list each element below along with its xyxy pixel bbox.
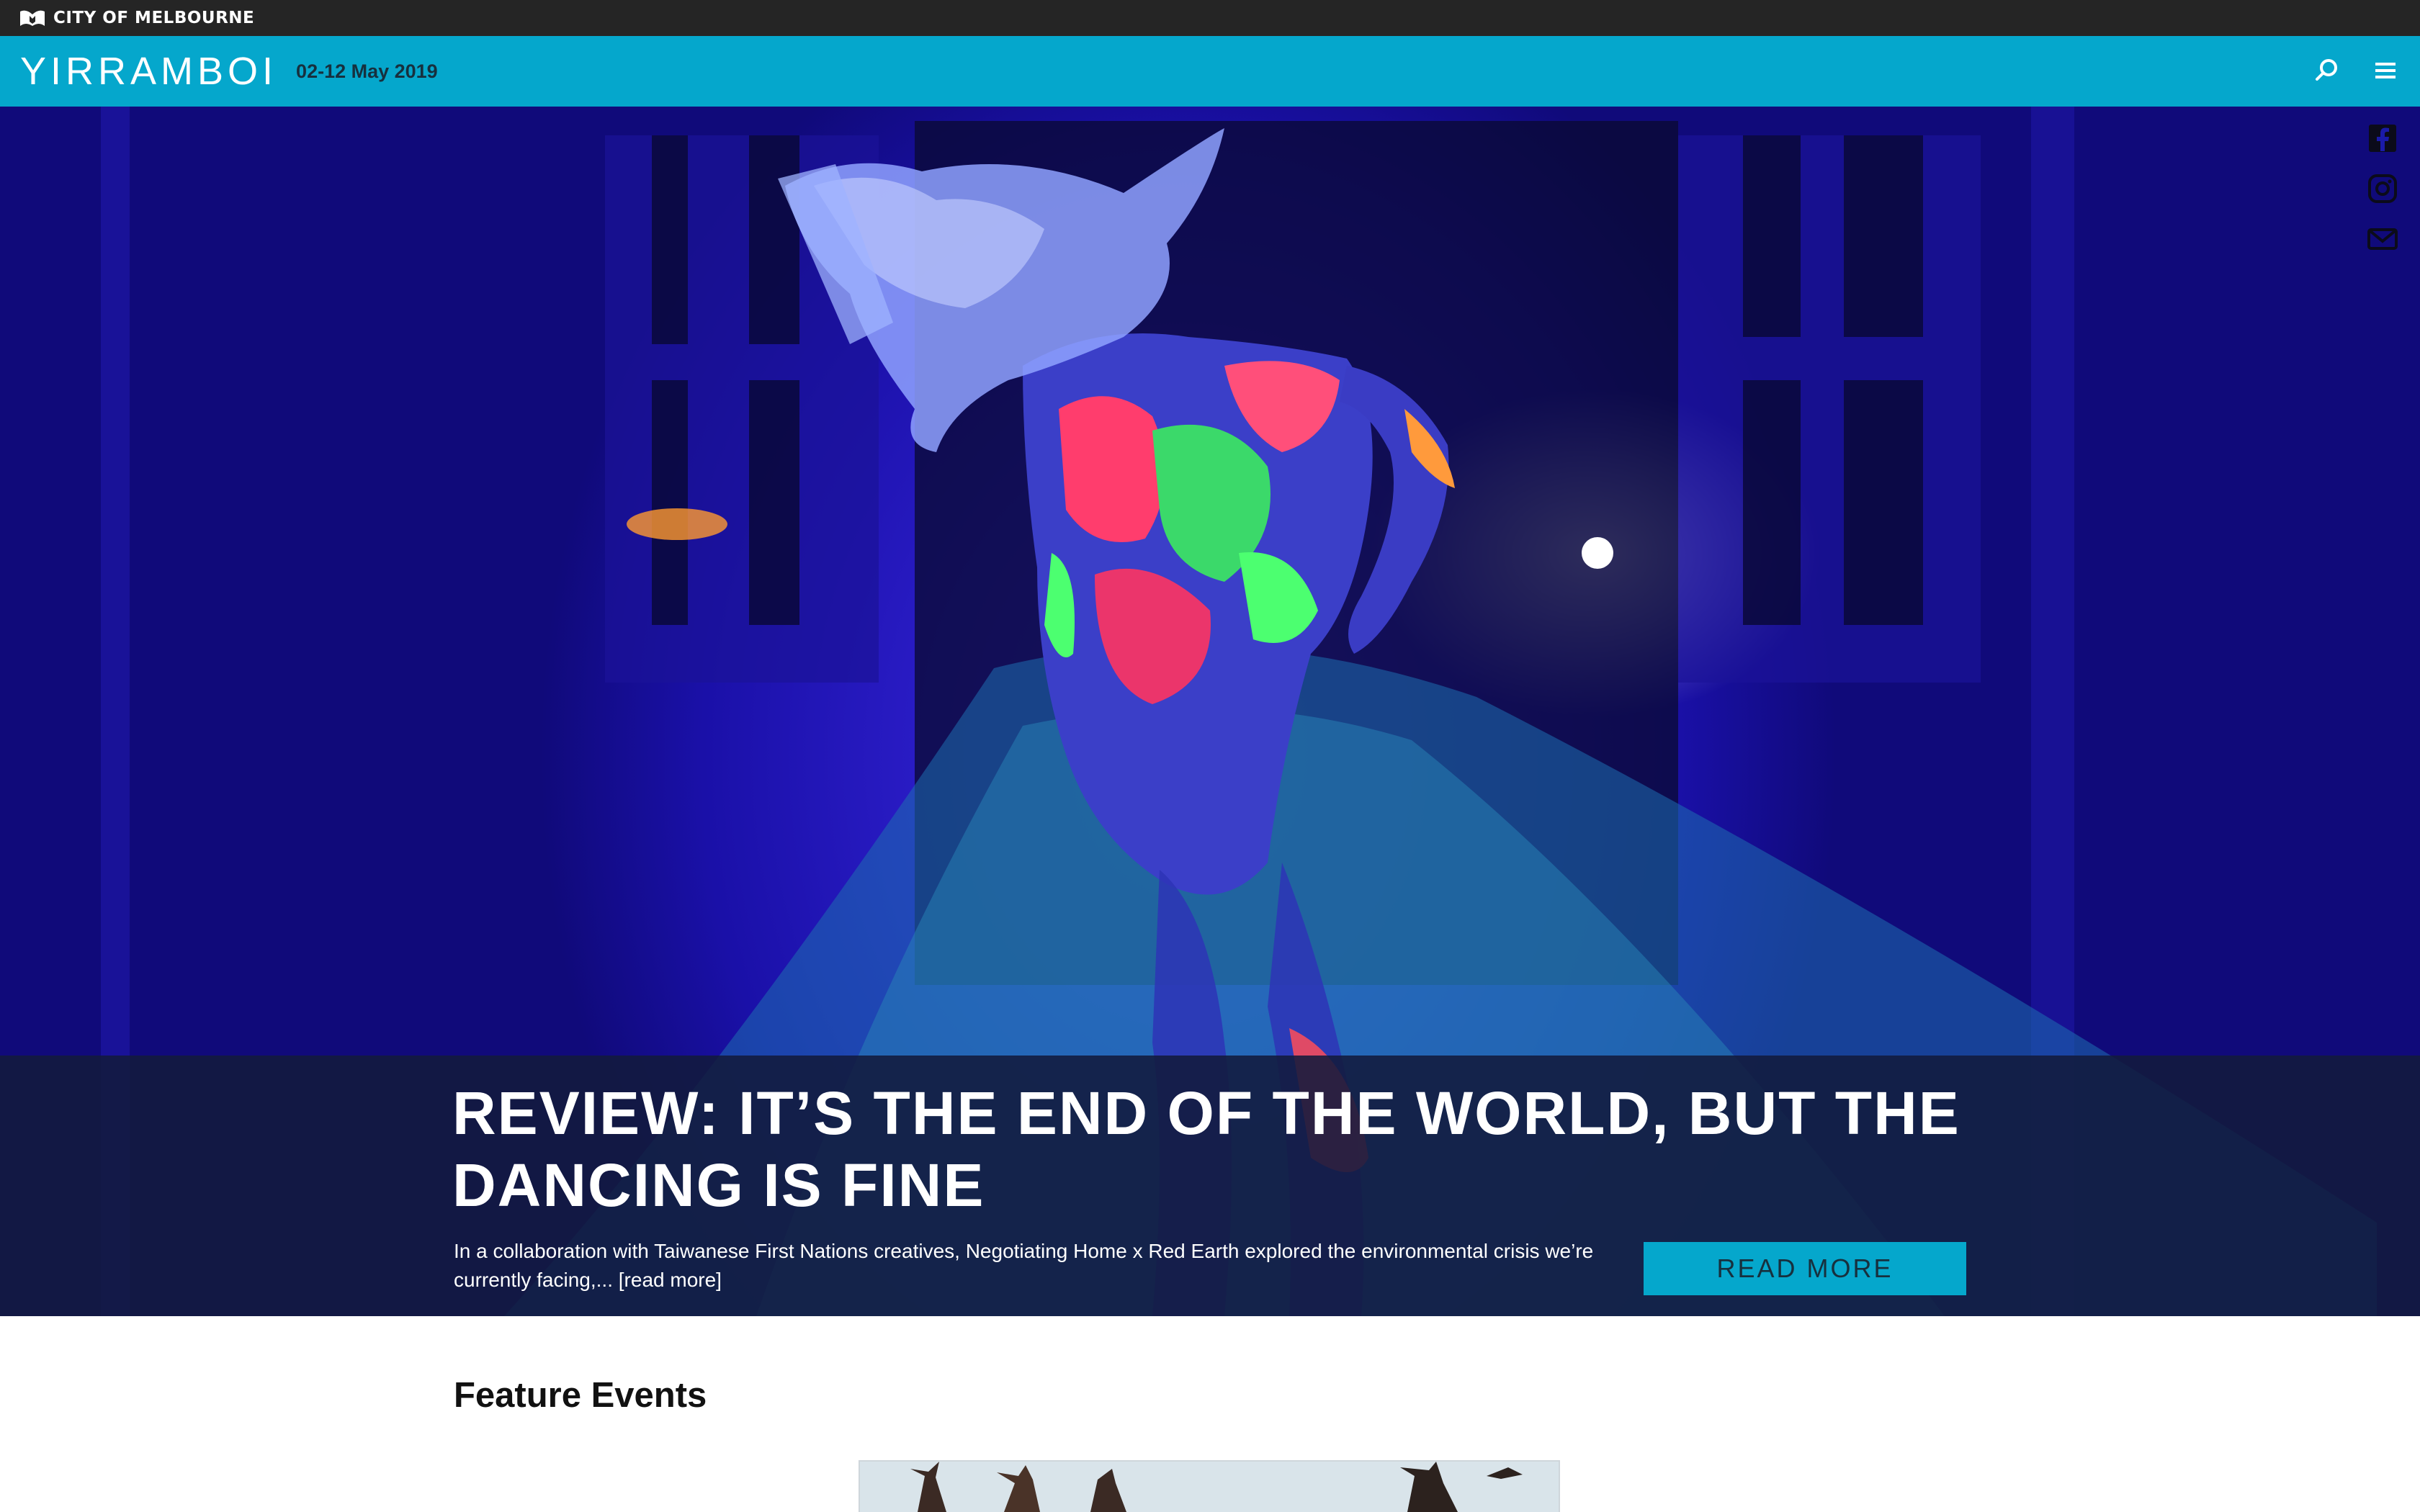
brand-logo[interactable]: YIRRAMBOI [20, 49, 277, 94]
city-of-melbourne-label[interactable]: CITY OF MELBOURNE [53, 9, 254, 27]
feature-events-heading: Feature Events [454, 1376, 707, 1415]
search-icon[interactable] [2312, 56, 2341, 85]
email-icon[interactable] [2367, 223, 2398, 255]
instagram-icon[interactable] [2367, 173, 2398, 204]
hero-excerpt: In a collaboration with Taiwanese First … [454, 1237, 1606, 1295]
city-of-melbourne-m-icon [20, 10, 45, 26]
city-of-melbourne-bar: CITY OF MELBOURNE [0, 0, 2420, 36]
hamburger-menu-icon[interactable] [2371, 56, 2400, 85]
facebook-icon[interactable] [2367, 122, 2398, 154]
hero-headline[interactable]: REVIEW: IT’S THE END OF THE WORLD, BUT T… [452, 1077, 1965, 1221]
feature-event-card[interactable] [860, 1462, 1559, 1512]
feature-event-image [860, 1462, 1559, 1512]
festival-dates: 02-12 May 2019 [296, 60, 438, 82]
read-more-button[interactable]: READ MORE [1644, 1242, 1966, 1295]
site-header: YIRRAMBOI 02-12 May 2019 [0, 36, 2420, 107]
read-more-link[interactable]: [read more] [619, 1269, 722, 1291]
